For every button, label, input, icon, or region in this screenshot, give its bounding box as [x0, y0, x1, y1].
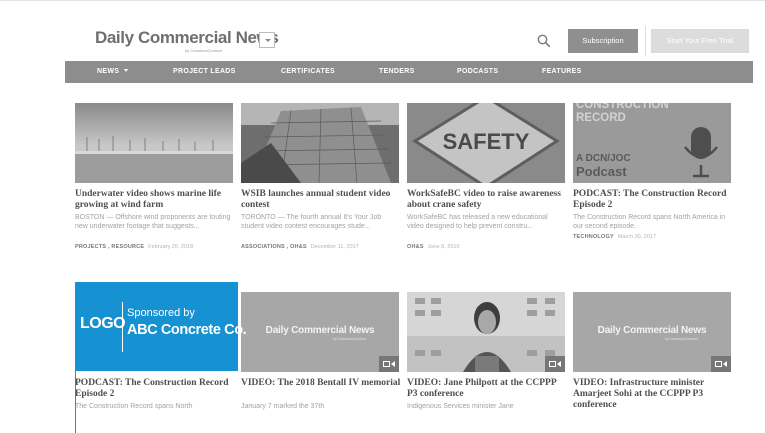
article-title[interactable]: VIDEO: Jane Philpott at the CCPPP P3 con… — [407, 378, 567, 400]
video-camera-icon — [545, 356, 565, 372]
sponsored-by-label: Sponsored by — [127, 307, 195, 319]
podcast-art-line: CONSTRUCTION — [576, 103, 669, 111]
sponsor-border-line — [75, 371, 76, 433]
podcast-thumbnail[interactable]: CONSTRUCTION RECORD A DCN/JOC Podcast — [573, 103, 731, 183]
podcast-art-line: Podcast — [576, 164, 627, 179]
site-switcher-dropdown[interactable] — [259, 32, 275, 48]
article-title[interactable]: VIDEO: The 2018 Bentall IV memorial — [241, 378, 401, 389]
article-excerpt: BOSTON — Offshore wind proponents are to… — [75, 214, 231, 230]
video-camera-icon — [711, 356, 731, 372]
article-date: June 8, 2010 — [427, 244, 460, 250]
article-date: December 11, 2017 — [310, 244, 359, 250]
article-meta: PROJECTS , RESOURCE February 20, 2018 — [75, 244, 240, 250]
article-category[interactable]: ASSOCIATIONS , OH&S — [241, 244, 307, 250]
article-excerpt: WorkSafeBC has released a new educationa… — [407, 214, 548, 230]
sponsor-company-name: ABC Concrete Co. — [127, 322, 247, 338]
search-icon[interactable] — [537, 34, 551, 48]
article-meta: TECHNOLOGY March 30, 2017 — [573, 234, 738, 240]
site-header: Daily Commercial News by ConstructConnec… — [0, 0, 765, 60]
article-title[interactable]: Underwater video shows marine life growi… — [75, 189, 235, 211]
nav-item-news[interactable]: NEWS — [97, 61, 129, 83]
subscription-button[interactable]: Subscription — [568, 29, 638, 53]
chevron-down-icon — [124, 69, 129, 72]
placeholder-tagline: by ConstructConnect — [665, 337, 698, 341]
article-category[interactable]: OH&S — [407, 244, 424, 250]
article-excerpt: Indigenous Services minister Jane — [407, 403, 514, 410]
nav-item-label: PROJECT LEADS — [173, 68, 236, 75]
article-title[interactable]: WorkSafeBC video to raise awareness abou… — [407, 189, 567, 211]
article-category[interactable]: TECHNOLOGY — [573, 234, 614, 240]
site-logo[interactable]: Daily Commercial News by ConstructConnec… — [95, 28, 279, 53]
nav-item-label: CERTIFICATES — [281, 68, 336, 75]
podcast-art-line: RECORD — [576, 112, 626, 124]
video-thumbnail[interactable]: Daily Commercial News by ConstructConnec… — [241, 292, 399, 372]
article-meta: ASSOCIATIONS , OH&S December 11, 2017 — [241, 244, 406, 250]
building-thumbnail[interactable] — [241, 103, 399, 183]
video-camera-icon — [379, 356, 399, 372]
article-title[interactable]: VIDEO: Infrastructure minister Amarjeet … — [573, 378, 733, 411]
article-meta: OH&S June 8, 2010 — [407, 244, 572, 250]
article-excerpt: The Construction Record spans North — [75, 403, 193, 410]
placeholder-tagline: by ConstructConnect — [333, 337, 366, 341]
article-date: March 30, 2017 — [617, 234, 657, 240]
nav-item-podcasts[interactable]: PODCASTS — [457, 61, 498, 83]
podcast-art-line: A DCN/JOC — [576, 153, 631, 164]
site-logo-name: Daily Commercial News — [95, 28, 279, 47]
video-thumbnail[interactable]: Daily Commercial News by ConstructConnec… — [573, 292, 731, 372]
article-category[interactable]: PROJECTS , RESOURCE — [75, 244, 144, 250]
nav-item-project-leads[interactable]: PROJECT LEADS — [173, 61, 236, 83]
nav-item-label: FEATURES — [542, 68, 582, 75]
video-thumbnail[interactable] — [407, 292, 565, 372]
safety-sign-thumbnail[interactable]: SAFETY — [407, 103, 565, 183]
sponsor-divider — [122, 302, 123, 352]
nav-item-certificates[interactable]: CERTIFICATES — [281, 61, 335, 83]
header-top-border — [0, 0, 765, 1]
free-trial-button[interactable]: Start Your Free Trial — [651, 29, 749, 53]
article-title[interactable]: WSIB launches annual student video conte… — [241, 189, 401, 211]
article-date: February 20, 2018 — [148, 244, 194, 250]
article-title[interactable]: PODCAST: The Construction Record Episode… — [75, 378, 235, 400]
nav-item-label: NEWS — [97, 68, 120, 75]
chevron-down-icon — [265, 39, 271, 42]
sponsor-banner[interactable]: LOGO Sponsored by ABC Concrete Co. — [75, 282, 247, 371]
nav-item-tenders[interactable]: TENDERS — [379, 61, 415, 83]
main-nav: NEWS PROJECT LEADS CERTIFICATES TENDERS … — [65, 61, 753, 83]
article-excerpt: TORONTO — The fourth annual It's Your Jo… — [241, 214, 382, 230]
site-logo-tagline: by ConstructConnect — [185, 48, 223, 53]
article-title[interactable]: PODCAST: The Construction Record Episode… — [573, 189, 733, 211]
sponsor-logo-text: LOGO — [80, 315, 126, 332]
placeholder-name: Daily Commercial News — [265, 325, 375, 336]
nav-item-label: TENDERS — [379, 68, 415, 75]
header-divider — [645, 26, 646, 56]
wind-farm-thumbnail[interactable] — [75, 103, 233, 183]
article-excerpt: January 7 marked the 37th — [241, 403, 325, 410]
safety-sign-text: SAFETY — [443, 129, 530, 154]
nav-item-label: PODCASTS — [457, 68, 499, 75]
placeholder-name: Daily Commercial News — [597, 325, 707, 336]
article-excerpt: The Construction Record spans North Amer… — [573, 214, 726, 230]
nav-item-features[interactable]: FEATURES — [542, 61, 582, 83]
